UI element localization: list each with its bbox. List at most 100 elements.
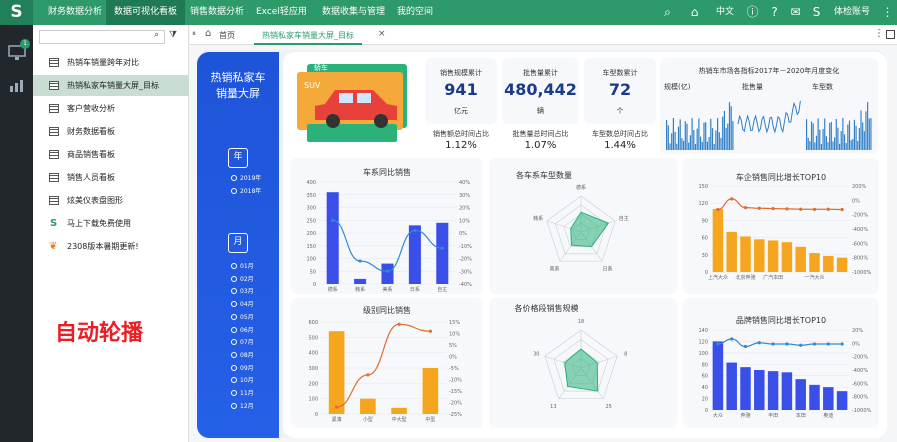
account-name[interactable]: 体检账号	[826, 0, 878, 25]
tab-active[interactable]: 热销私家车销量大屏_目标	[254, 25, 362, 45]
tree-item[interactable]: 销售人员看板	[33, 167, 189, 188]
nav-finance[interactable]: 财务数据分析	[40, 0, 110, 25]
x-tick-label: 韩系	[355, 286, 365, 293]
nav-sales[interactable]: 销售数据分析	[182, 0, 252, 25]
filter-icon[interactable]: ⧩	[169, 30, 177, 40]
line-point	[716, 342, 720, 346]
tree-item[interactable]: 财务数据看板	[33, 121, 189, 142]
fullscreen-icon[interactable]	[886, 30, 895, 39]
year-radio[interactable]: 2019年	[231, 175, 261, 183]
bar	[328, 331, 345, 414]
search-input[interactable]	[39, 30, 165, 44]
line-point	[771, 206, 775, 211]
kpi-value: 941	[444, 80, 478, 99]
month-radio[interactable]: 05月	[231, 313, 254, 322]
tree-item[interactable]: S 马上下载免费使用	[33, 213, 189, 234]
home-icon[interactable]: ⌂	[687, 5, 702, 20]
s-logo-icon: S	[50, 218, 58, 229]
radar-axis-label: 30	[533, 351, 539, 357]
sparkline-bar	[706, 141, 708, 150]
search-icon[interactable]: ⌕	[660, 5, 675, 20]
tree-item[interactable]: 商品销售看板	[33, 144, 189, 165]
tab-home[interactable]: 首页	[219, 30, 235, 41]
y-tick-label: 100	[308, 397, 318, 403]
y2-tick-label: 20%	[459, 206, 470, 212]
line-point	[840, 207, 844, 212]
nav-my-space[interactable]: 我的空间	[389, 0, 441, 25]
y2-tick-label: -5%	[449, 366, 459, 372]
search-icon[interactable]: ⌕	[154, 30, 159, 40]
y-tick-label: 350	[306, 193, 316, 199]
info-icon[interactable]: ⓘ	[745, 5, 760, 20]
month-radio[interactable]: 02月	[231, 275, 254, 284]
nav-excel[interactable]: Excel轻应用	[248, 0, 315, 25]
month-radio[interactable]: 04月	[231, 301, 254, 309]
month-radio-label: 06月	[240, 326, 254, 334]
y-tick-label: 100	[698, 351, 708, 357]
month-radio[interactable]: 03月	[231, 288, 254, 296]
kpi-title: 销售规模累计	[440, 69, 482, 77]
radar-area	[564, 348, 599, 392]
month-radio[interactable]: 06月	[231, 326, 254, 335]
sparkline-bar	[684, 121, 686, 150]
nav-visual-board[interactable]: 数据可视化看板	[106, 0, 186, 25]
tree-item-label: 热销车销量跨年对比	[67, 58, 139, 67]
table-icon	[49, 173, 59, 182]
year-radio[interactable]: 2018年	[231, 188, 261, 196]
month-radio[interactable]: 07月	[231, 339, 254, 347]
x-tick-label: 上汽大众	[708, 274, 728, 281]
tree-item[interactable]: ❦ 2308版本暑期更新!	[33, 236, 189, 257]
tree-item[interactable]: 客户营收分析	[33, 98, 189, 119]
language-switch[interactable]: 中文	[708, 0, 742, 25]
tree-item[interactable]: 热销车销量跨年对比	[33, 52, 189, 73]
sparkline-bar	[686, 123, 688, 150]
y2-tick-label: -10%	[459, 244, 472, 250]
menu-icon[interactable]: ⋮	[880, 5, 895, 20]
y-tick-label: 400	[308, 351, 318, 357]
month-radio[interactable]: 01月	[231, 263, 254, 271]
sparkline-bar	[842, 118, 844, 150]
message-icon[interactable]: ✉	[788, 5, 803, 20]
sparkline-bar	[867, 102, 869, 150]
year-radio-label: 2018年	[240, 188, 262, 195]
month-radio-label: 01月	[240, 263, 254, 270]
bar	[781, 242, 793, 272]
month-radio[interactable]: 10月	[231, 377, 254, 385]
month-radio[interactable]: 12月	[231, 402, 254, 411]
y-tick-label: 60	[702, 374, 708, 380]
app-logo[interactable]: S	[0, 0, 33, 25]
y2-tick-label: -800%	[852, 395, 868, 401]
month-radio-label: 09月	[240, 364, 254, 372]
line-point	[397, 322, 401, 326]
y2-tick-label: -600%	[852, 381, 868, 387]
x-tick-label: 中型	[425, 416, 435, 423]
chart-icon[interactable]	[9, 79, 25, 93]
tree-item[interactable]: 热销私家车销量大屏_目标	[33, 75, 189, 96]
y2-tick-label: -30%	[459, 269, 472, 275]
bar	[360, 398, 376, 414]
month-radio[interactable]: 08月	[231, 351, 254, 360]
nav-data-collect[interactable]: 数据收集与管理	[314, 0, 393, 25]
y2-tick-label: -800%	[852, 256, 868, 262]
help-icon[interactable]: ?	[767, 5, 782, 20]
y-tick-label: 400	[306, 180, 316, 186]
top-nav-bar: S 财务数据分析 数据可视化看板 销售数据分析 Excel轻应用 数据收集与管理…	[0, 0, 897, 25]
month-radio[interactable]: 11月	[231, 390, 254, 398]
sparkline-bar	[824, 118, 826, 150]
dashboard-title-line2: 销量大屏	[216, 87, 260, 100]
tab-close-icon[interactable]: ×	[378, 29, 386, 39]
tree-item[interactable]: 炫美仪表盘图形	[33, 190, 189, 211]
month-radio-label: 03月	[240, 288, 254, 296]
home-icon[interactable]: ⌂	[205, 28, 211, 39]
year-radio-label: 2019年	[240, 175, 262, 182]
month-radio-label: 04月	[240, 301, 254, 309]
collapse-icon[interactable]: ⏸	[192, 29, 196, 39]
month-radio[interactable]: 09月	[231, 364, 254, 373]
line-point	[335, 405, 339, 409]
s-logo-icon[interactable]: S	[809, 5, 824, 20]
more-icon[interactable]: ⋮	[874, 28, 884, 39]
bar	[823, 387, 834, 410]
series-line	[336, 323, 431, 408]
y2-tick-label: 15%	[449, 320, 460, 326]
y-tick-label: 600	[308, 320, 318, 326]
